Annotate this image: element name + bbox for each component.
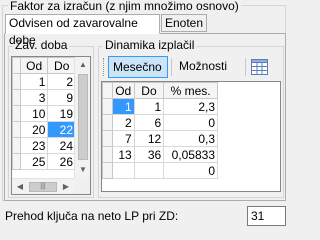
toolbar-grip[interactable]: [103, 58, 106, 76]
cell-od[interactable]: 2: [111, 114, 135, 131]
tab-enoten[interactable]: Enoten: [161, 14, 207, 32]
cell-pct[interactable]: 0: [163, 162, 218, 179]
column-header-od[interactable]: Od: [111, 82, 135, 99]
row-header[interactable]: [102, 146, 113, 163]
cell-pct[interactable]: 0,05833: [163, 146, 218, 163]
row-header[interactable]: [102, 98, 113, 115]
dinamika-table: Od Do % mes. 1 1 2,3 2 6 0 7 12 0,3 13 3…: [102, 82, 218, 179]
cell-od[interactable]: 13: [111, 146, 135, 163]
scroll-up-arrow-icon[interactable]: ▲: [75, 57, 90, 73]
scroll-left-arrow-icon[interactable]: ◀: [12, 179, 28, 194]
cell-do[interactable]: 26: [47, 153, 76, 170]
mesecno-button[interactable]: Mesečno: [108, 56, 168, 78]
cell-do[interactable]: 36: [133, 146, 165, 163]
zav-doba-grid[interactable]: Od Do 1 2 3 9 10 19 20 22 23 24 25 26 ▲ …: [11, 56, 91, 195]
table-row[interactable]: 23 24: [12, 137, 76, 154]
zav-doba-horizontal-scrollbar[interactable]: ◀ ||| ▶: [12, 178, 74, 194]
prehod-kljuca-input[interactable]: 31: [247, 206, 286, 226]
scroll-right-arrow-icon[interactable]: ▶: [58, 179, 74, 194]
row-header-corner: [102, 82, 113, 99]
table-row[interactable]: 1 2: [12, 73, 76, 90]
zav-doba-vertical-scrollbar[interactable]: ▲ ▼: [74, 57, 90, 178]
table-row-new[interactable]: 0: [102, 162, 218, 179]
cell-do[interactable]: 2: [47, 73, 76, 90]
row-header[interactable]: [12, 121, 21, 138]
dinamika-grid[interactable]: Od Do % mes. 1 1 2,3 2 6 0 7 12 0,3 13 3…: [101, 81, 281, 192]
table-row[interactable]: 7 12 0,3: [102, 130, 218, 147]
row-header[interactable]: [12, 89, 21, 106]
row-header[interactable]: [12, 73, 21, 90]
row-header[interactable]: [12, 153, 21, 170]
cell-od-selected[interactable]: 1: [111, 98, 135, 115]
toolbar-separator: [171, 58, 172, 76]
cell-od[interactable]: 23: [19, 137, 49, 154]
cell-od[interactable]: 7: [111, 130, 135, 147]
cell-do[interactable]: 12: [133, 130, 165, 147]
tab-odvisen-od-zavarovalne-dobe[interactable]: Odvisen od zavarovalne dobe: [5, 14, 160, 47]
prehod-kljuca-label: Prehod ključa na neto LP pri ZD:: [5, 209, 179, 223]
moznosti-label: Možnosti: [179, 59, 228, 73]
column-header-do[interactable]: Do: [47, 57, 76, 74]
cell-do[interactable]: 24: [47, 137, 76, 154]
vertical-scroll-thumb[interactable]: [78, 74, 88, 160]
row-header[interactable]: [102, 114, 113, 131]
scrollbar-corner: [74, 178, 90, 194]
scroll-down-arrow-icon[interactable]: ▼: [75, 162, 90, 178]
row-header-corner: [12, 57, 21, 74]
table-row[interactable]: 25 26: [12, 153, 76, 170]
cell-do[interactable]: 19: [47, 105, 76, 122]
table-row[interactable]: 3 9: [12, 89, 76, 106]
cell-pct[interactable]: 2,3: [163, 98, 218, 115]
moznosti-dropdown-button[interactable]: Možnosti ▾: [175, 56, 235, 92]
cell-do[interactable]: 6: [133, 114, 165, 131]
column-header-od[interactable]: Od: [19, 57, 49, 74]
cell-pct[interactable]: 0,3: [163, 130, 218, 147]
table-row[interactable]: 2 6 0: [102, 114, 218, 131]
column-header-do[interactable]: Do: [133, 82, 165, 99]
cell-od[interactable]: 10: [19, 105, 49, 122]
factor-group-title: Faktor za izračun (z njim množimo osnovo…: [8, 0, 241, 13]
cell-pct[interactable]: 0: [163, 114, 218, 131]
row-header[interactable]: [102, 130, 113, 147]
cell-do[interactable]: 9: [47, 89, 76, 106]
table-row-selected[interactable]: 20 22: [12, 121, 76, 138]
column-header-pct-mes[interactable]: % mes.: [163, 82, 218, 99]
cell-od[interactable]: 1: [19, 73, 49, 90]
cell-do-selected[interactable]: 22: [47, 121, 76, 138]
table-row-selected[interactable]: 1 1 2,3: [102, 98, 218, 115]
table-row[interactable]: 13 36 0,05833: [102, 146, 218, 163]
cell-od[interactable]: 20: [19, 121, 49, 138]
cell-od[interactable]: 25: [19, 153, 49, 170]
grid-view-icon[interactable]: [251, 59, 268, 75]
row-header[interactable]: [102, 162, 113, 179]
horizontal-scroll-thumb[interactable]: |||: [29, 182, 57, 192]
table-row[interactable]: 10 19: [12, 105, 76, 122]
toolbar-separator: [245, 58, 246, 76]
cell-od[interactable]: [111, 162, 135, 179]
cell-do[interactable]: 1: [133, 98, 165, 115]
zav-doba-table: Od Do 1 2 3 9 10 19 20 22 23 24 25 26: [12, 57, 76, 170]
row-header[interactable]: [12, 137, 21, 154]
dinamika-title: Dinamika izplačil: [103, 38, 197, 52]
cell-od[interactable]: 3: [19, 89, 49, 106]
cell-do[interactable]: [133, 162, 165, 179]
row-header[interactable]: [12, 105, 21, 122]
